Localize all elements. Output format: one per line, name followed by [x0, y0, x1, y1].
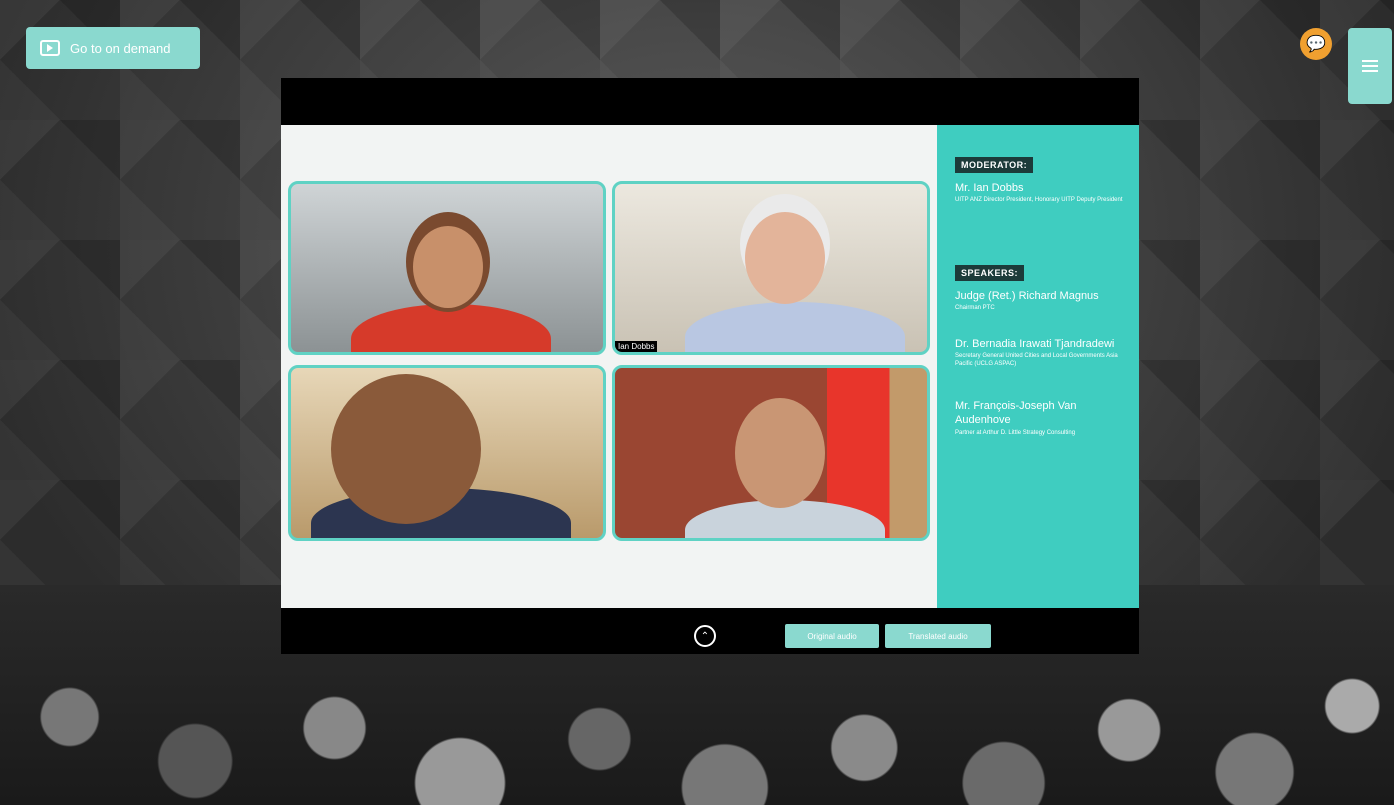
- original-audio-button[interactable]: Original audio: [785, 624, 879, 648]
- video-player[interactable]: Ian Dobbs MODERATOR: Mr. Ian Dobbs UITP …: [281, 78, 1139, 654]
- video-stage: Ian Dobbs MODERATOR: Mr. Ian Dobbs UITP …: [281, 125, 1139, 608]
- speaker-role: Partner at Arthur D. Little Strategy Con…: [955, 429, 1076, 436]
- play-screen-icon: [40, 40, 60, 56]
- translated-audio-button[interactable]: Translated audio: [885, 624, 991, 648]
- player-controls: ⌃ Original audio Translated audio: [281, 608, 1139, 654]
- go-to-on-demand-button[interactable]: Go to on demand: [26, 27, 200, 69]
- speaker-name: Judge (Ret.) Richard Magnus: [955, 290, 1099, 303]
- speaker-name: Mr. François-Joseph Van Audenhove: [955, 400, 1077, 427]
- video-tile-2: Ian Dobbs: [612, 181, 930, 355]
- moderator-name: Mr. Ian Dobbs: [955, 182, 1024, 194]
- speaker-role: Secretary General United Cities and Loca…: [955, 353, 1118, 368]
- speakers-panel: MODERATOR: Mr. Ian Dobbs UITP ANZ Direct…: [937, 125, 1139, 608]
- speakers-tag: SPEAKERS:: [955, 265, 1025, 282]
- speaker-name: Dr. Bernadia Irawati Tjandradewi: [955, 338, 1115, 351]
- moderator-tag: MODERATOR:: [955, 157, 1034, 173]
- go-to-on-demand-label: Go to on demand: [70, 40, 171, 56]
- hamburger-menu-icon: [1362, 65, 1378, 67]
- speaker-role: Chairman PTC: [955, 305, 995, 312]
- chevron-up-icon[interactable]: ⌃: [694, 625, 716, 647]
- chat-bubble-icon[interactable]: 💬: [1300, 28, 1332, 60]
- moderator-role: UITP ANZ Director President, Honorary UI…: [955, 197, 1123, 204]
- video-tile-1: [288, 181, 606, 355]
- video-tile-4: [612, 365, 930, 541]
- menu-button[interactable]: [1348, 28, 1392, 104]
- participant-nametag: Ian Dobbs: [615, 341, 658, 352]
- video-tile-3: [288, 365, 606, 541]
